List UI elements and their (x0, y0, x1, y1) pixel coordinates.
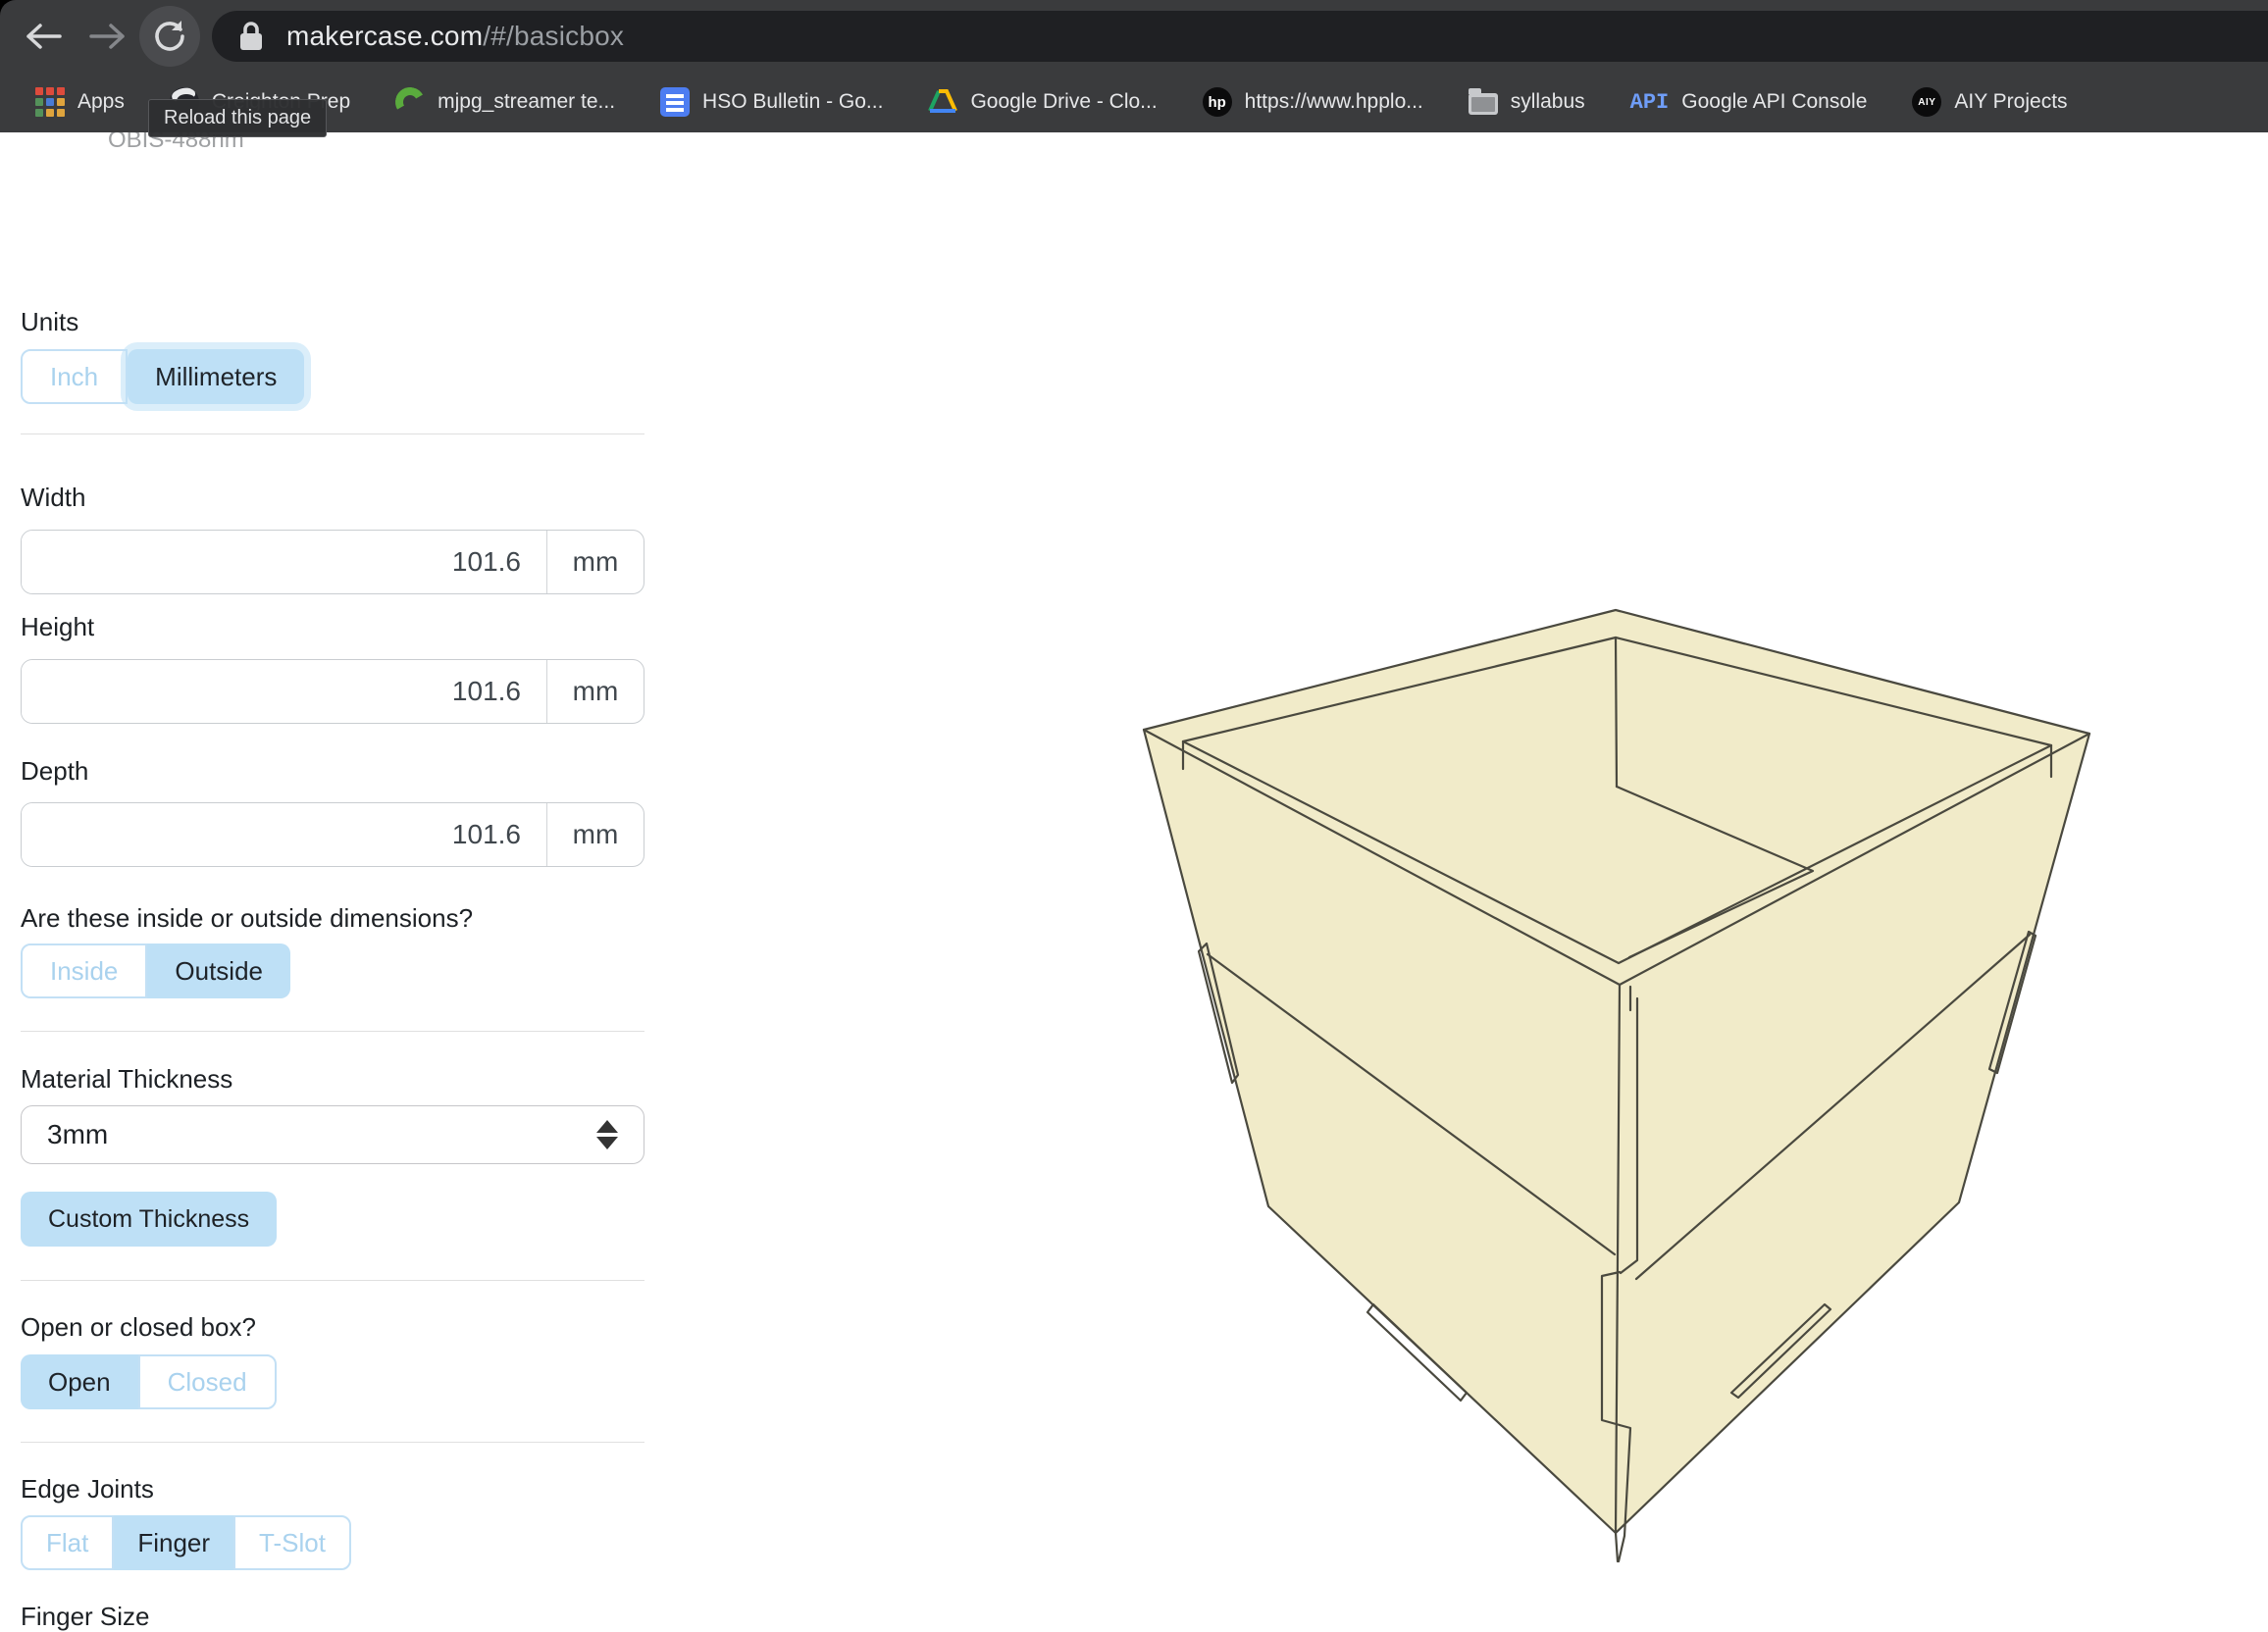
box-3d-preview[interactable] (1079, 530, 2268, 1628)
custom-thickness-button[interactable]: Custom Thickness (21, 1192, 277, 1247)
lock-icon (237, 21, 265, 52)
units-label: Units (21, 307, 78, 337)
google-docs-icon (660, 87, 690, 117)
apps-grid-icon (35, 87, 65, 117)
units-option-millimeters[interactable]: Millimeters (128, 349, 304, 404)
window-frame: makercase.com/#/basicbox Apps Creighton … (0, 0, 2268, 132)
divider (21, 1031, 644, 1032)
height-label: Height (21, 612, 94, 642)
edge-joints-label: Edge Joints (21, 1474, 154, 1504)
divider (21, 1280, 644, 1281)
dimension-option-outside[interactable]: Outside (147, 944, 290, 998)
width-unit-suffix: mm (546, 531, 644, 593)
reload-icon (151, 18, 188, 55)
units-option-inch[interactable]: Inch (21, 349, 128, 404)
width-input-group: mm (21, 530, 644, 594)
units-toggle: Inch Millimeters (21, 349, 304, 404)
bookmark-hso-bulletin[interactable]: HSO Bulletin - Go... (660, 87, 883, 117)
back-button[interactable] (18, 10, 71, 63)
bookmark-apps[interactable]: Apps (35, 87, 125, 117)
inside-outside-label: Are these inside or outside dimensions? (21, 903, 473, 934)
width-label: Width (21, 483, 85, 513)
bookmarks-bar: Apps Creighton Prep mjpg_streamer te... … (0, 72, 2268, 132)
edge-option-finger[interactable]: Finger (114, 1515, 233, 1570)
divider (21, 1442, 644, 1443)
green-swirl-icon (392, 84, 429, 121)
url-path: /#/basicbox (483, 21, 624, 51)
bookmark-google-drive[interactable]: Google Drive - Clo... (928, 87, 1157, 117)
address-bar[interactable]: makercase.com/#/basicbox (212, 11, 2268, 62)
depth-unit-suffix: mm (546, 803, 644, 866)
height-unit-suffix: mm (546, 660, 644, 723)
bookmark-google-api-console[interactable]: API Google API Console (1630, 90, 1868, 115)
hp-circle-icon: hp (1203, 87, 1232, 117)
url-domain: makercase.com (286, 21, 483, 51)
depth-label: Depth (21, 756, 88, 787)
height-input[interactable] (22, 660, 546, 723)
browser-toolbar: makercase.com/#/basicbox (0, 0, 2268, 72)
finger-size-label: Finger Size (21, 1602, 150, 1632)
open-closed-label: Open or closed box? (21, 1312, 256, 1343)
inside-outside-toggle: Inside Outside (21, 944, 290, 998)
select-updown-icon (596, 1120, 618, 1149)
aiy-circle-icon: AIY (1912, 87, 1941, 117)
forward-button[interactable] (80, 10, 133, 63)
material-thickness-value: 3mm (47, 1119, 108, 1150)
height-input-group: mm (21, 659, 644, 724)
reload-button[interactable] (139, 6, 200, 67)
bookmark-aiy-projects[interactable]: AIY AIY Projects (1912, 87, 2067, 117)
material-thickness-select[interactable]: 3mm (21, 1105, 644, 1164)
edge-option-tslot[interactable]: T-Slot (233, 1515, 351, 1570)
reload-tooltip: Reload this page (148, 99, 327, 137)
google-drive-icon (928, 87, 957, 117)
back-arrow-icon (25, 21, 64, 52)
depth-input[interactable] (22, 803, 546, 866)
makercase-page: OBIS-488nm Units Inch Millimeters Width … (0, 132, 2268, 1628)
url-text: makercase.com/#/basicbox (286, 21, 624, 52)
edge-option-flat[interactable]: Flat (21, 1515, 114, 1570)
bookmark-mjpg-streamer[interactable]: mjpg_streamer te... (395, 87, 615, 117)
box-option-open[interactable]: Open (21, 1354, 138, 1409)
dimension-option-inside[interactable]: Inside (21, 944, 147, 998)
open-closed-toggle: Open Closed (21, 1354, 277, 1409)
depth-input-group: mm (21, 802, 644, 867)
bookmark-hpplo[interactable]: hp https://www.hpplo... (1203, 87, 1423, 117)
folder-icon (1469, 93, 1498, 115)
box-option-closed[interactable]: Closed (138, 1354, 277, 1409)
bookmark-syllabus[interactable]: syllabus (1469, 89, 1585, 115)
edge-joints-toggle: Flat Finger T-Slot (21, 1515, 351, 1570)
width-input[interactable] (22, 531, 546, 593)
material-thickness-label: Material Thickness (21, 1064, 232, 1095)
browser-chrome: makercase.com/#/basicbox Apps Creighton … (0, 0, 2268, 132)
api-icon: API (1630, 90, 1670, 115)
forward-arrow-icon (87, 21, 127, 52)
